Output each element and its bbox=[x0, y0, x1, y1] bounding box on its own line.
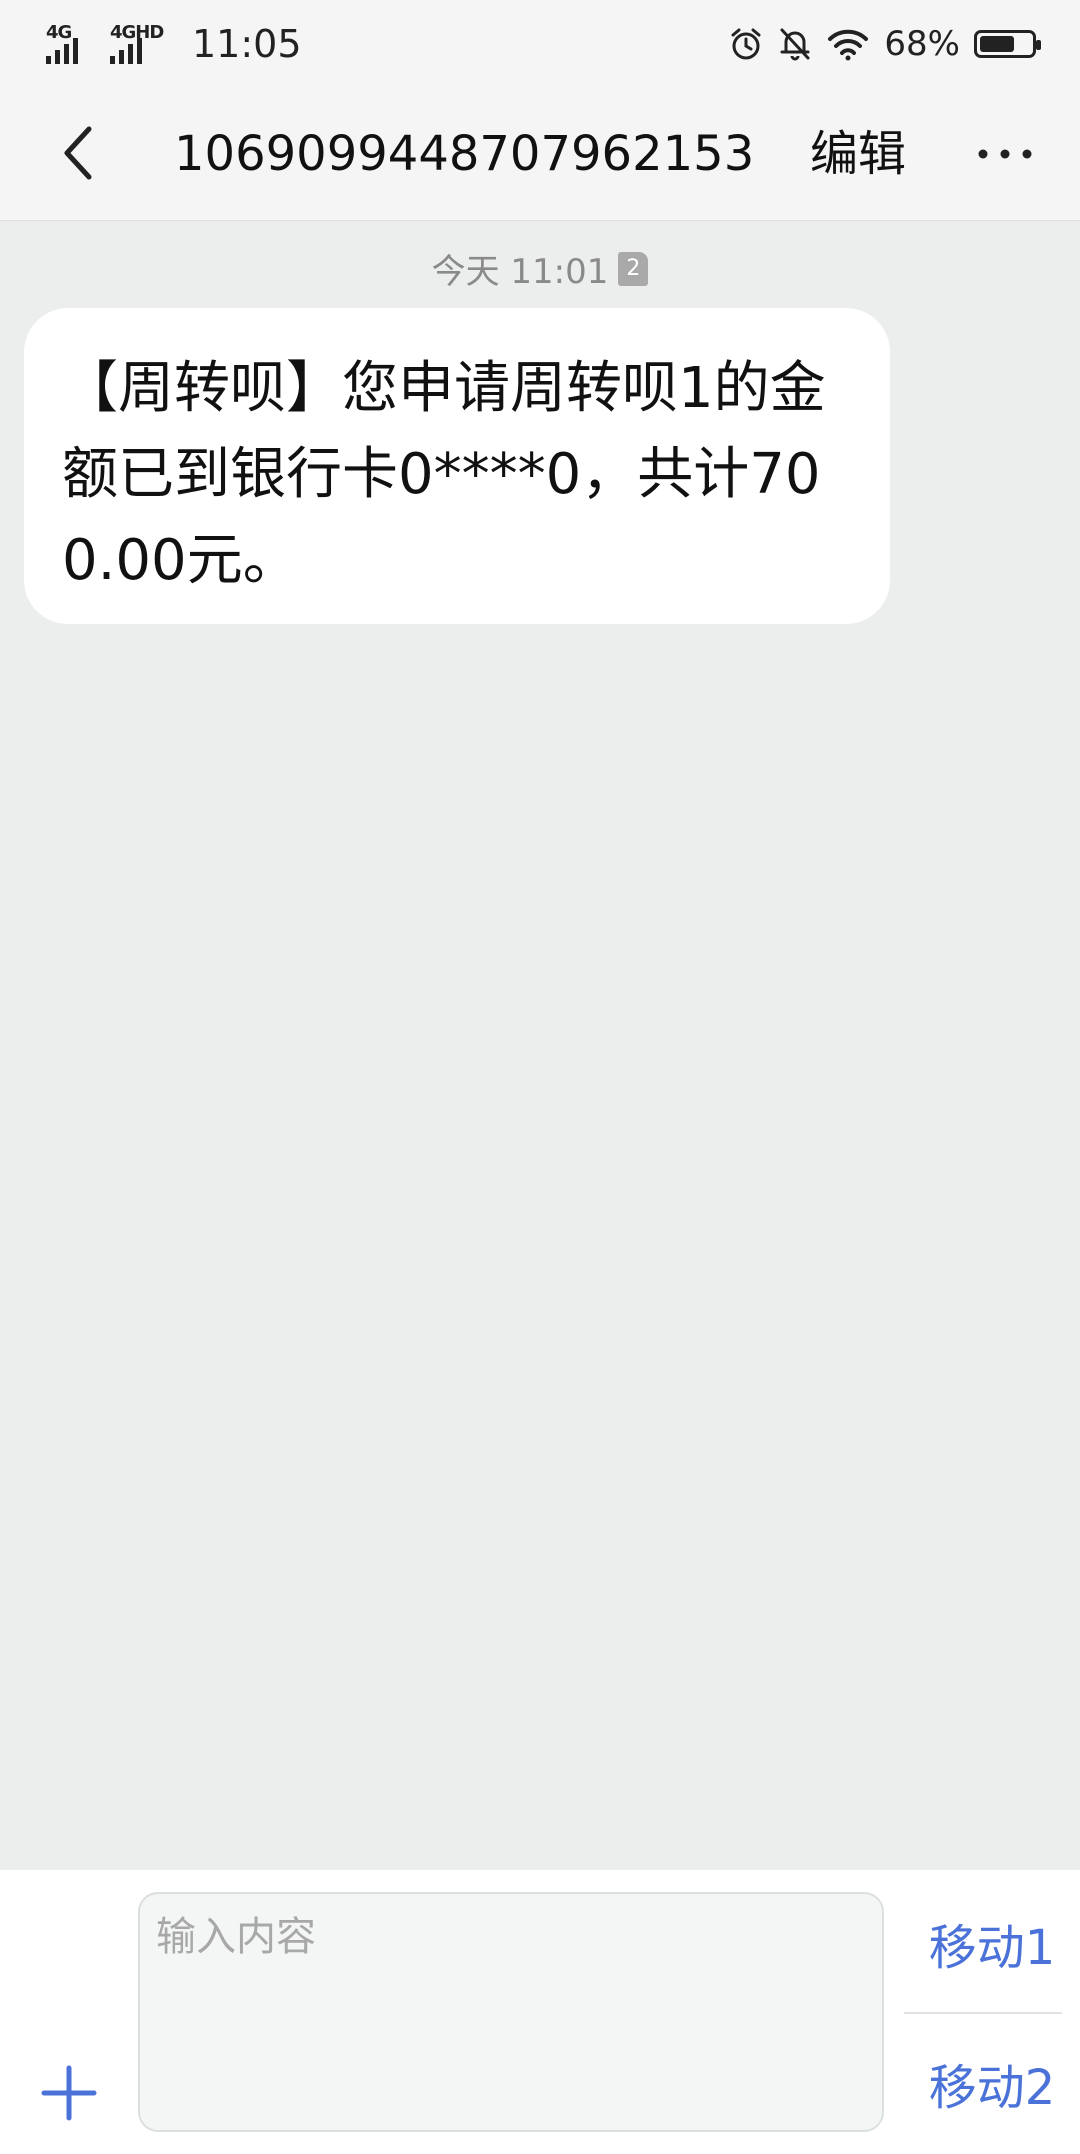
more-button[interactable] bbox=[970, 122, 1040, 186]
more-dots-icon bbox=[978, 149, 1032, 159]
status-right: 68% bbox=[728, 18, 1041, 70]
message-timestamp: 今天 11:01 2 bbox=[0, 244, 1080, 293]
status-bar: 4G 4GHD 11:05 68% bbox=[0, 0, 1080, 88]
conversation-title[interactable]: 1069099448707962153 bbox=[174, 122, 786, 186]
send-sim1-button[interactable]: 移动1 bbox=[904, 1908, 1080, 1978]
back-button[interactable] bbox=[44, 118, 114, 188]
composer-bar: 移动1 移动2 bbox=[0, 1870, 1080, 2154]
plus-icon bbox=[41, 2065, 97, 2121]
message-text: 【周转呗】您申请周转呗1的金额已到银行卡0****0，共计700.00元。 bbox=[62, 356, 826, 593]
edit-button[interactable]: 编辑 bbox=[810, 122, 906, 186]
battery-icon bbox=[974, 30, 1041, 58]
timestamp-text: 今天 11:01 bbox=[431, 252, 609, 292]
status-time: 11:05 bbox=[192, 22, 302, 66]
wifi-icon bbox=[828, 29, 869, 61]
bell-off-icon bbox=[780, 28, 810, 61]
conversation-header: 1069099448707962153 编辑 bbox=[0, 88, 1080, 221]
battery-percent: 68% bbox=[884, 24, 960, 64]
signal-sim1-icon: 4G bbox=[46, 22, 98, 64]
message-bubble[interactable]: 【周转呗】您申请周转呗1的金额已到银行卡0****0，共计700.00元。 bbox=[24, 308, 890, 624]
battery-fill bbox=[980, 36, 1014, 52]
signal-sim2-icon: 4GHD bbox=[110, 22, 172, 64]
send-divider bbox=[904, 2012, 1062, 2014]
message-input[interactable] bbox=[138, 1892, 884, 2132]
send-sim2-button[interactable]: 移动2 bbox=[904, 2048, 1080, 2118]
attach-button[interactable] bbox=[36, 2060, 102, 2126]
status-left: 4G 4GHD 11:05 bbox=[46, 18, 302, 70]
chevron-left-icon bbox=[64, 126, 92, 180]
sim-card-icon: 2 bbox=[618, 251, 649, 286]
alarm-icon bbox=[731, 28, 761, 60]
